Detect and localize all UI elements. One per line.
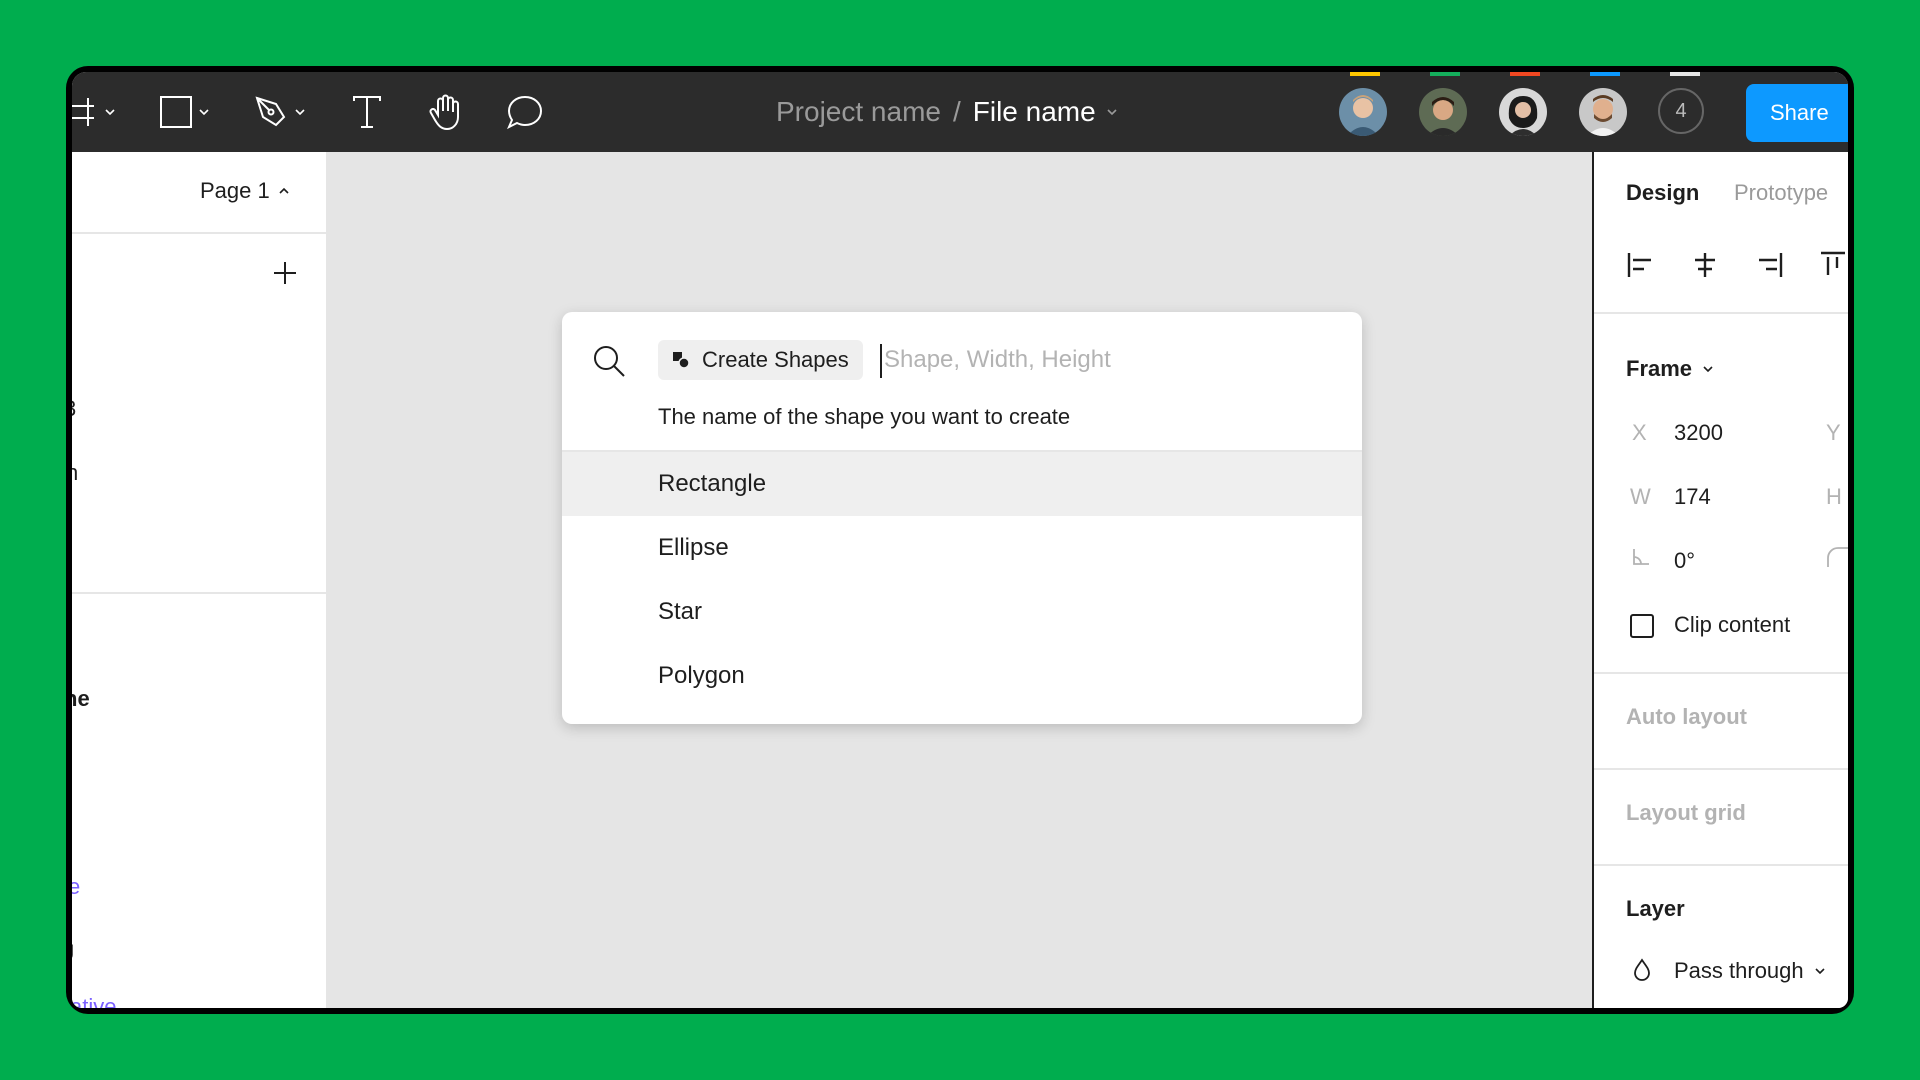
layers-panel: Page 1 3 n ne e J ative: [72, 152, 326, 1008]
frame-section-title[interactable]: Frame: [1626, 356, 1714, 382]
comment-tool[interactable]: [506, 72, 544, 152]
avatar[interactable]: [1339, 88, 1387, 136]
chevron-down-icon: [199, 109, 209, 116]
tab-design[interactable]: Design: [1626, 180, 1699, 206]
project-name[interactable]: Project name: [776, 96, 941, 128]
text-cursor: [880, 344, 882, 378]
rectangle-tool[interactable]: [160, 72, 210, 152]
layer-fragment[interactable]: J: [72, 940, 74, 966]
hand-icon: [426, 93, 464, 131]
presence-bar: [1510, 72, 1540, 76]
avatar[interactable]: [1579, 88, 1627, 136]
divider: [1594, 672, 1848, 674]
corner-radius-icon[interactable]: [1826, 546, 1848, 573]
layer-fragment[interactable]: ative: [72, 994, 116, 1008]
pen-tool[interactable]: [254, 72, 306, 152]
page-label: Page 1: [200, 178, 270, 203]
plus-icon: [274, 262, 296, 284]
app-window: Project name / File name 4 Share Page 1: [72, 72, 1848, 1008]
w-input[interactable]: 174: [1674, 484, 1711, 510]
divider: [1594, 864, 1848, 866]
divider: [72, 232, 326, 234]
command-palette: Create Shapes The name of the shape you …: [562, 312, 1362, 724]
avatar[interactable]: [1419, 88, 1467, 136]
align-left-icon[interactable]: [1626, 250, 1656, 285]
rotation-input[interactable]: 0°: [1674, 548, 1695, 574]
layer-fragment[interactable]: ne: [72, 686, 90, 712]
toolbar: Project name / File name 4 Share: [72, 72, 1848, 152]
layer-fragment[interactable]: e: [72, 874, 80, 900]
option-star[interactable]: Star: [562, 580, 1362, 644]
shapes-icon: [673, 352, 690, 369]
divider: [1594, 312, 1848, 314]
palette-hint: The name of the shape you want to create: [658, 404, 1071, 429]
align-top-icon[interactable]: [1818, 250, 1848, 285]
blend-mode-select[interactable]: Pass through: [1674, 958, 1826, 984]
x-input[interactable]: 3200: [1674, 420, 1723, 446]
presence-bar: [1430, 72, 1460, 76]
page-selector[interactable]: Page 1: [200, 178, 290, 204]
divider: [72, 592, 326, 594]
frame-tool[interactable]: [72, 72, 116, 152]
search-icon: [592, 344, 626, 383]
clip-content-checkbox[interactable]: [1630, 614, 1654, 638]
option-ellipse[interactable]: Ellipse: [562, 516, 1362, 580]
file-name[interactable]: File name: [973, 96, 1096, 128]
chevron-down-icon: [1815, 968, 1825, 975]
chevron-up-icon: [279, 187, 289, 194]
add-page-button[interactable]: [272, 260, 298, 291]
option-polygon[interactable]: Polygon: [562, 644, 1362, 708]
align-right-icon[interactable]: [1754, 250, 1784, 285]
auto-layout-title[interactable]: Auto layout: [1626, 704, 1747, 730]
divider: [1594, 768, 1848, 770]
layer-fragment[interactable]: 3: [72, 396, 76, 422]
frame-title: Frame: [1626, 356, 1693, 381]
chip-label: Create Shapes: [702, 347, 849, 372]
presence-bar: [1350, 72, 1380, 76]
presence-bar: [1590, 72, 1620, 76]
rectangle-icon: [160, 96, 192, 128]
collaborator-count[interactable]: 4: [1658, 88, 1704, 134]
breadcrumb[interactable]: Project name / File name: [776, 72, 1118, 152]
rotation-icon: [1630, 546, 1652, 573]
avatar[interactable]: [1499, 88, 1547, 136]
layer-fragment[interactable]: n: [72, 460, 78, 486]
chevron-down-icon: [295, 109, 305, 116]
layer-title: Layer: [1626, 896, 1685, 921]
hand-tool[interactable]: [426, 72, 464, 152]
h-label: H: [1826, 484, 1842, 509]
chevron-down-icon: [105, 109, 115, 116]
blend-mode-icon: [1632, 958, 1652, 987]
properties-panel: Design Prototype Frame X 3200 Y W 174 H …: [1592, 152, 1848, 1008]
text-icon: [352, 95, 382, 129]
share-button[interactable]: Share: [1746, 84, 1848, 142]
create-shapes-chip[interactable]: Create Shapes: [658, 340, 863, 380]
breadcrumb-separator: /: [952, 96, 961, 127]
shape-search-input[interactable]: [884, 340, 1324, 380]
align-center-icon[interactable]: [1690, 250, 1720, 285]
comment-icon: [506, 94, 544, 130]
x-label: X: [1632, 420, 1647, 445]
option-rectangle[interactable]: Rectangle: [562, 452, 1362, 516]
w-label: W: [1630, 484, 1651, 509]
blend-mode-label: Pass through: [1674, 958, 1804, 983]
chevron-down-icon[interactable]: [1106, 108, 1118, 116]
presence-bar: [1670, 72, 1700, 76]
clip-content-label: Clip content: [1674, 612, 1791, 637]
tab-prototype[interactable]: Prototype: [1734, 180, 1828, 206]
frame-icon: [72, 96, 98, 128]
chevron-down-icon: [1703, 366, 1713, 373]
pen-icon: [254, 95, 288, 129]
layout-grid-title[interactable]: Layout grid: [1626, 800, 1746, 826]
text-tool[interactable]: [352, 72, 382, 152]
y-label: Y: [1826, 420, 1841, 445]
